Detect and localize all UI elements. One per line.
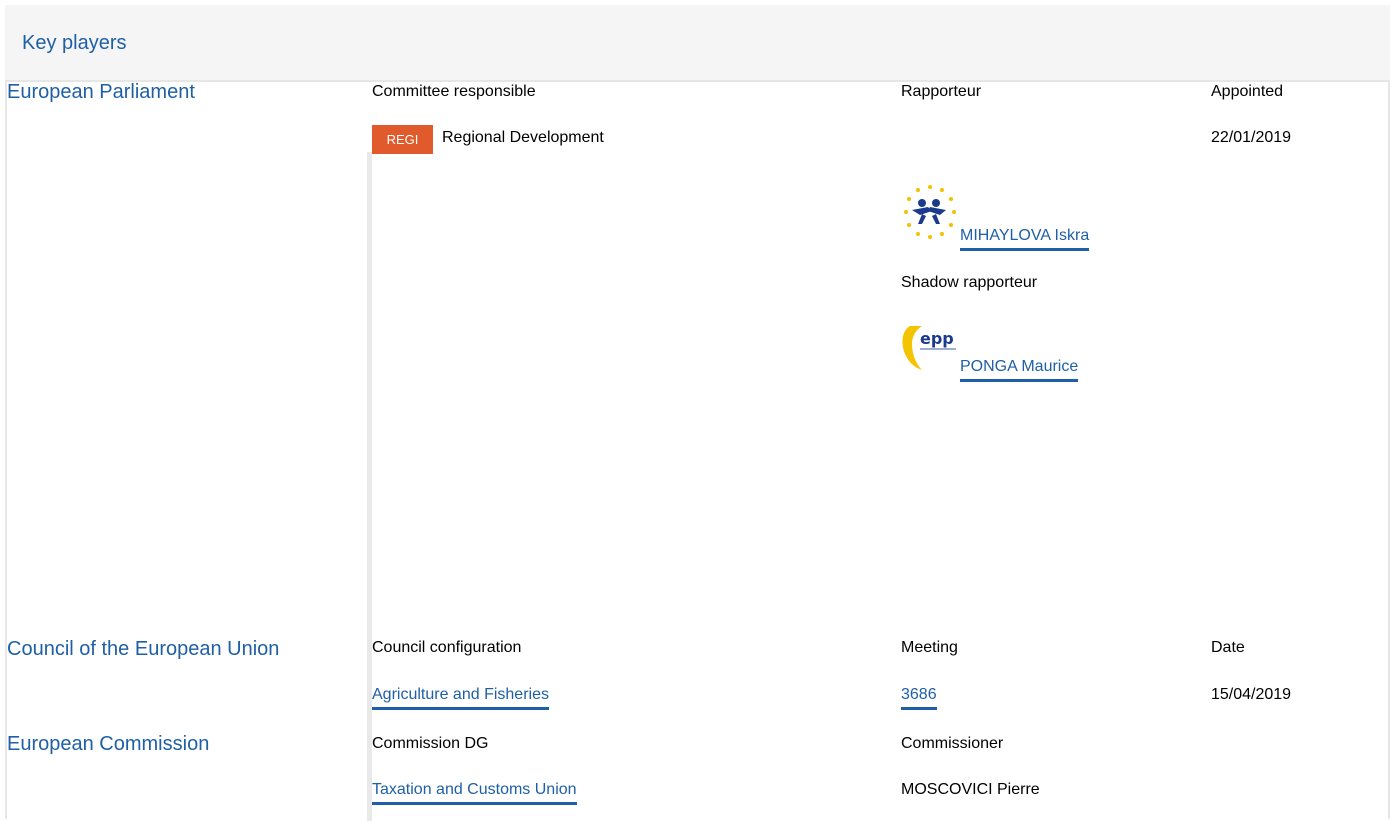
header-rapporteur: Rapporteur <box>901 83 982 100</box>
panel-header: Key players <box>5 5 1390 82</box>
header-appointed: Appointed <box>1211 83 1284 100</box>
header-commission-dg: Commission DG <box>372 735 489 752</box>
shadow-rapporteur-label: Shadow rapporteur <box>901 274 1038 291</box>
appointed-date: 22/01/2019 <box>1211 129 1292 146</box>
institution-commission: European Commission <box>7 733 210 755</box>
header-council-configuration: Council configuration <box>372 639 522 656</box>
shadow-rapporteur-link[interactable]: PONGA Maurice <box>960 358 1079 382</box>
rapporteur-link[interactable]: MIHAYLOVA Iskra <box>960 227 1090 251</box>
meeting-link[interactable]: 3686 <box>901 686 937 710</box>
renew-group-logo <box>904 185 956 239</box>
epp-logo-text: epp <box>920 329 954 348</box>
committee-code-badge: REGI <box>372 125 433 154</box>
commissioner-name: MOSCOVICI Pierre <box>901 781 1040 798</box>
column-divider <box>367 152 372 821</box>
header-commissioner: Commissioner <box>901 735 1004 752</box>
panel-title: Key players <box>22 32 127 54</box>
header-committee-responsible: Committee responsible <box>372 83 536 100</box>
committee-name: Regional Development <box>442 129 604 146</box>
institution-council: Council of the European Union <box>7 638 280 660</box>
council-configuration-link[interactable]: Agriculture and Fisheries <box>372 686 549 710</box>
institution-parliament: European Parliament <box>7 81 195 103</box>
panel-header-bar <box>5 5 1390 82</box>
key-players-panel <box>5 5 1390 819</box>
council-date: 15/04/2019 <box>1211 686 1292 703</box>
commission-dg-link[interactable]: Taxation and Customs Union <box>372 781 577 805</box>
epp-group-logo: epp <box>902 326 956 370</box>
header-date: Date <box>1211 639 1245 656</box>
header-meeting: Meeting <box>901 639 958 656</box>
